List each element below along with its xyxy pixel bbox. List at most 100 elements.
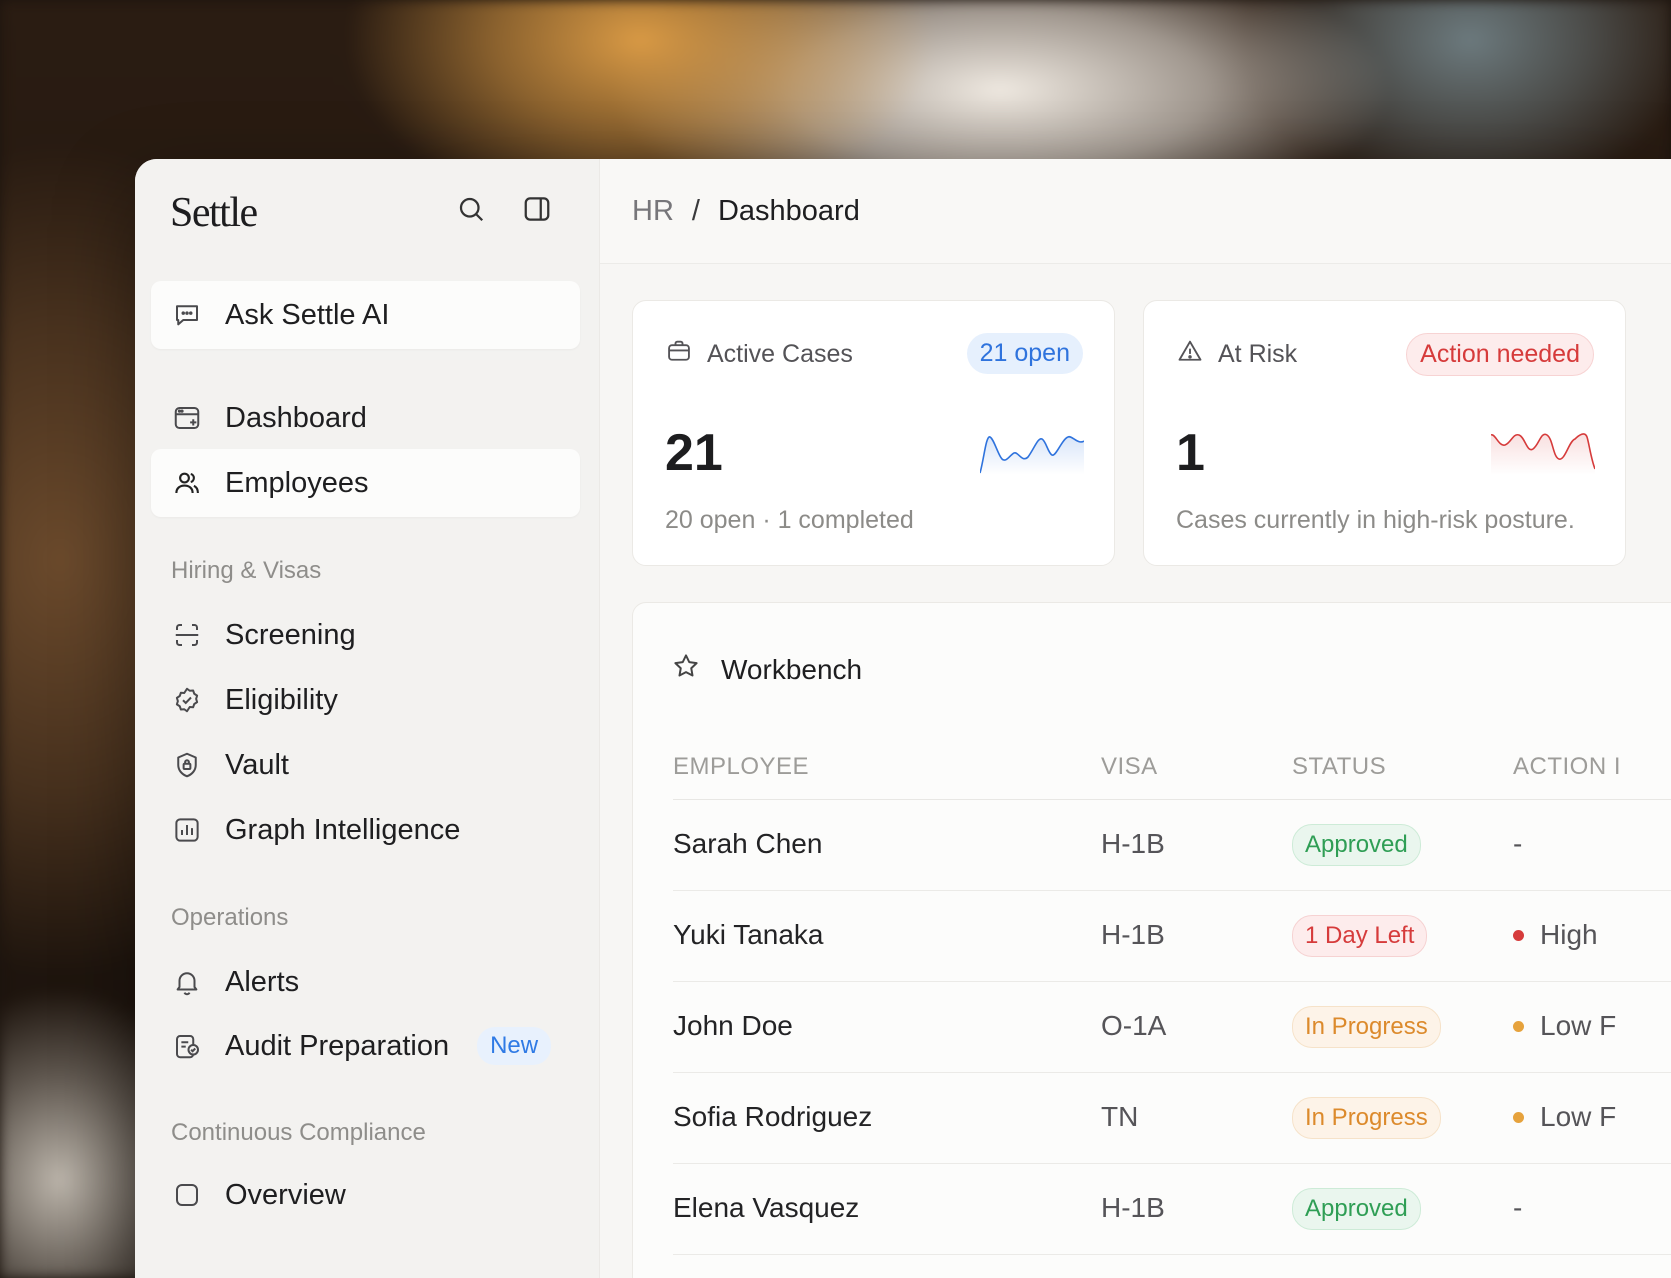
active-cases-title: Active Cases bbox=[707, 340, 853, 368]
users-icon bbox=[171, 467, 203, 499]
sidebar-item-label: Graph Intelligence bbox=[225, 813, 461, 846]
main-content: HR / Dashboard Active Cases 21 open 21 2… bbox=[600, 159, 1671, 1278]
badge-check-icon bbox=[171, 684, 203, 716]
sidebar-item-label: Audit Preparation bbox=[225, 1029, 450, 1062]
workbench-panel: Workbench EMPLOYEE VISA STATUS ACTION I … bbox=[632, 602, 1671, 1278]
section-label-operations: Operations bbox=[171, 904, 289, 931]
action-value: - bbox=[1513, 1192, 1523, 1223]
status-badge: 1 Day Left bbox=[1292, 915, 1428, 957]
active-cases-sparkline bbox=[980, 435, 1084, 475]
section-label-continuous-compliance: Continuous Compliance bbox=[171, 1119, 426, 1146]
workbench-table: EMPLOYEE VISA STATUS ACTION I Sarah Chen… bbox=[673, 743, 1671, 1255]
breadcrumb-hr-link[interactable]: HR bbox=[632, 195, 674, 228]
briefcase-icon bbox=[665, 337, 693, 372]
sidebar-item-screening[interactable]: Screening bbox=[151, 601, 580, 669]
priority-dot bbox=[1513, 929, 1524, 941]
sidebar-item-label: Employees bbox=[225, 466, 369, 499]
sidebar-item-label: Overview bbox=[225, 1178, 346, 1211]
sidebar-item-label: Screening bbox=[225, 618, 356, 651]
sidebar-item-label: Vault bbox=[225, 748, 289, 781]
sidebar-toggle-icon[interactable] bbox=[521, 193, 553, 225]
priority-dot bbox=[1513, 1111, 1524, 1123]
column-header-action[interactable]: ACTION I bbox=[1513, 753, 1621, 781]
action-cell: Low F bbox=[1513, 1010, 1616, 1042]
section-label-hiring: Hiring & Visas bbox=[171, 557, 322, 584]
chart-icon bbox=[171, 814, 203, 846]
sidebar-item-employees[interactable]: Employees bbox=[151, 449, 580, 517]
action-cell: - bbox=[1513, 828, 1522, 860]
action-cell: Low F bbox=[1513, 1101, 1616, 1133]
visa-type: H-1B bbox=[1101, 1192, 1165, 1223]
action-value: Low F bbox=[1540, 1010, 1617, 1041]
table-header-row: EMPLOYEE VISA STATUS ACTION I bbox=[673, 743, 1671, 800]
action-value: - bbox=[1513, 828, 1523, 859]
breadcrumb-separator: / bbox=[691, 194, 700, 227]
sidebar-item-overview[interactable]: Overview bbox=[151, 1161, 580, 1229]
priority-dot bbox=[1513, 1020, 1524, 1032]
status-badge: Approved bbox=[1292, 1188, 1421, 1230]
table-row[interactable]: Yuki Tanaka H-1B 1 Day Left High bbox=[673, 891, 1671, 982]
employee-name: Sofia Rodriguez bbox=[673, 1101, 873, 1132]
new-badge: New bbox=[477, 1027, 552, 1065]
brand-logo: Settle bbox=[170, 190, 258, 236]
column-header-employee[interactable]: EMPLOYEE bbox=[673, 753, 809, 781]
at-risk-subtitle: Cases currently in high-risk posture. bbox=[1176, 506, 1575, 534]
ask-settle-ai-button[interactable]: Ask Settle AI bbox=[151, 281, 580, 349]
bell-icon bbox=[171, 966, 203, 998]
shield-lock-icon bbox=[171, 749, 203, 781]
action-cell: High bbox=[1513, 919, 1598, 951]
table-row[interactable]: Elena Vasquez H-1B Approved - bbox=[673, 1164, 1671, 1255]
chat-icon bbox=[171, 299, 203, 331]
ask-settle-ai-label: Ask Settle AI bbox=[225, 298, 390, 331]
sidebar-item-label: Eligibility bbox=[225, 683, 338, 716]
table-row[interactable]: John Doe O-1A In Progress Low F bbox=[673, 982, 1671, 1073]
at-risk-card[interactable]: At Risk Action needed 1 Cases currently … bbox=[1143, 300, 1626, 566]
sidebar-item-graph-intelligence[interactable]: Graph Intelligence bbox=[151, 796, 580, 864]
sidebar: Settle Ask Settle AI Dashboard Employees… bbox=[135, 159, 600, 1278]
app-window: Settle Ask Settle AI Dashboard Employees… bbox=[135, 159, 1671, 1278]
at-risk-value: 1 bbox=[1176, 424, 1205, 482]
workbench-title: Workbench bbox=[721, 653, 863, 685]
search-icon[interactable] bbox=[455, 193, 487, 225]
dashboard-icon bbox=[171, 402, 203, 434]
sidebar-item-alerts[interactable]: Alerts bbox=[151, 948, 580, 1016]
visa-type: H-1B bbox=[1101, 828, 1165, 859]
action-value: Low F bbox=[1540, 1101, 1617, 1132]
breadcrumb: HR / Dashboard bbox=[600, 159, 1671, 264]
active-cases-value: 21 bbox=[665, 424, 723, 482]
employee-name: John Doe bbox=[673, 1010, 793, 1041]
action-needed-badge: Action needed bbox=[1406, 333, 1594, 376]
star-icon[interactable] bbox=[671, 651, 701, 688]
clipboard-icon bbox=[171, 1030, 203, 1062]
status-badge: In Progress bbox=[1292, 1097, 1441, 1139]
sidebar-item-eligibility[interactable]: Eligibility bbox=[151, 666, 580, 734]
employee-name: Elena Vasquez bbox=[673, 1192, 860, 1223]
action-value: High bbox=[1540, 919, 1598, 950]
overview-icon bbox=[171, 1179, 203, 1211]
action-cell: - bbox=[1513, 1192, 1522, 1224]
warning-icon bbox=[1176, 337, 1204, 372]
visa-type: H-1B bbox=[1101, 919, 1165, 950]
visa-type: TN bbox=[1101, 1101, 1139, 1132]
active-cases-card[interactable]: Active Cases 21 open 21 20 open · 1 comp… bbox=[632, 300, 1115, 566]
sidebar-item-audit-preparation[interactable]: Audit Preparation New bbox=[151, 1012, 580, 1080]
sidebar-item-dashboard[interactable]: Dashboard bbox=[151, 384, 580, 452]
sidebar-item-vault[interactable]: Vault bbox=[151, 731, 580, 799]
active-cases-subtitle: 20 open · 1 completed bbox=[665, 506, 914, 534]
status-badge: In Progress bbox=[1292, 1006, 1441, 1048]
visa-type: O-1A bbox=[1101, 1010, 1167, 1041]
column-header-visa[interactable]: VISA bbox=[1101, 753, 1158, 781]
at-risk-sparkline bbox=[1491, 433, 1595, 475]
table-row[interactable]: Sofia Rodriguez TN In Progress Low F bbox=[673, 1073, 1671, 1164]
sidebar-item-label: Alerts bbox=[225, 965, 300, 998]
table-row[interactable]: Sarah Chen H-1B Approved - bbox=[673, 800, 1671, 891]
at-risk-title: At Risk bbox=[1218, 340, 1298, 368]
status-badge: Approved bbox=[1292, 824, 1421, 866]
page-title: Dashboard bbox=[717, 194, 860, 227]
employee-name: Sarah Chen bbox=[673, 828, 823, 859]
employee-name: Yuki Tanaka bbox=[673, 919, 824, 950]
sidebar-item-label: Dashboard bbox=[225, 401, 367, 434]
column-header-status[interactable]: STATUS bbox=[1292, 753, 1386, 781]
open-count-badge: 21 open bbox=[966, 333, 1083, 374]
scan-icon bbox=[171, 619, 203, 651]
